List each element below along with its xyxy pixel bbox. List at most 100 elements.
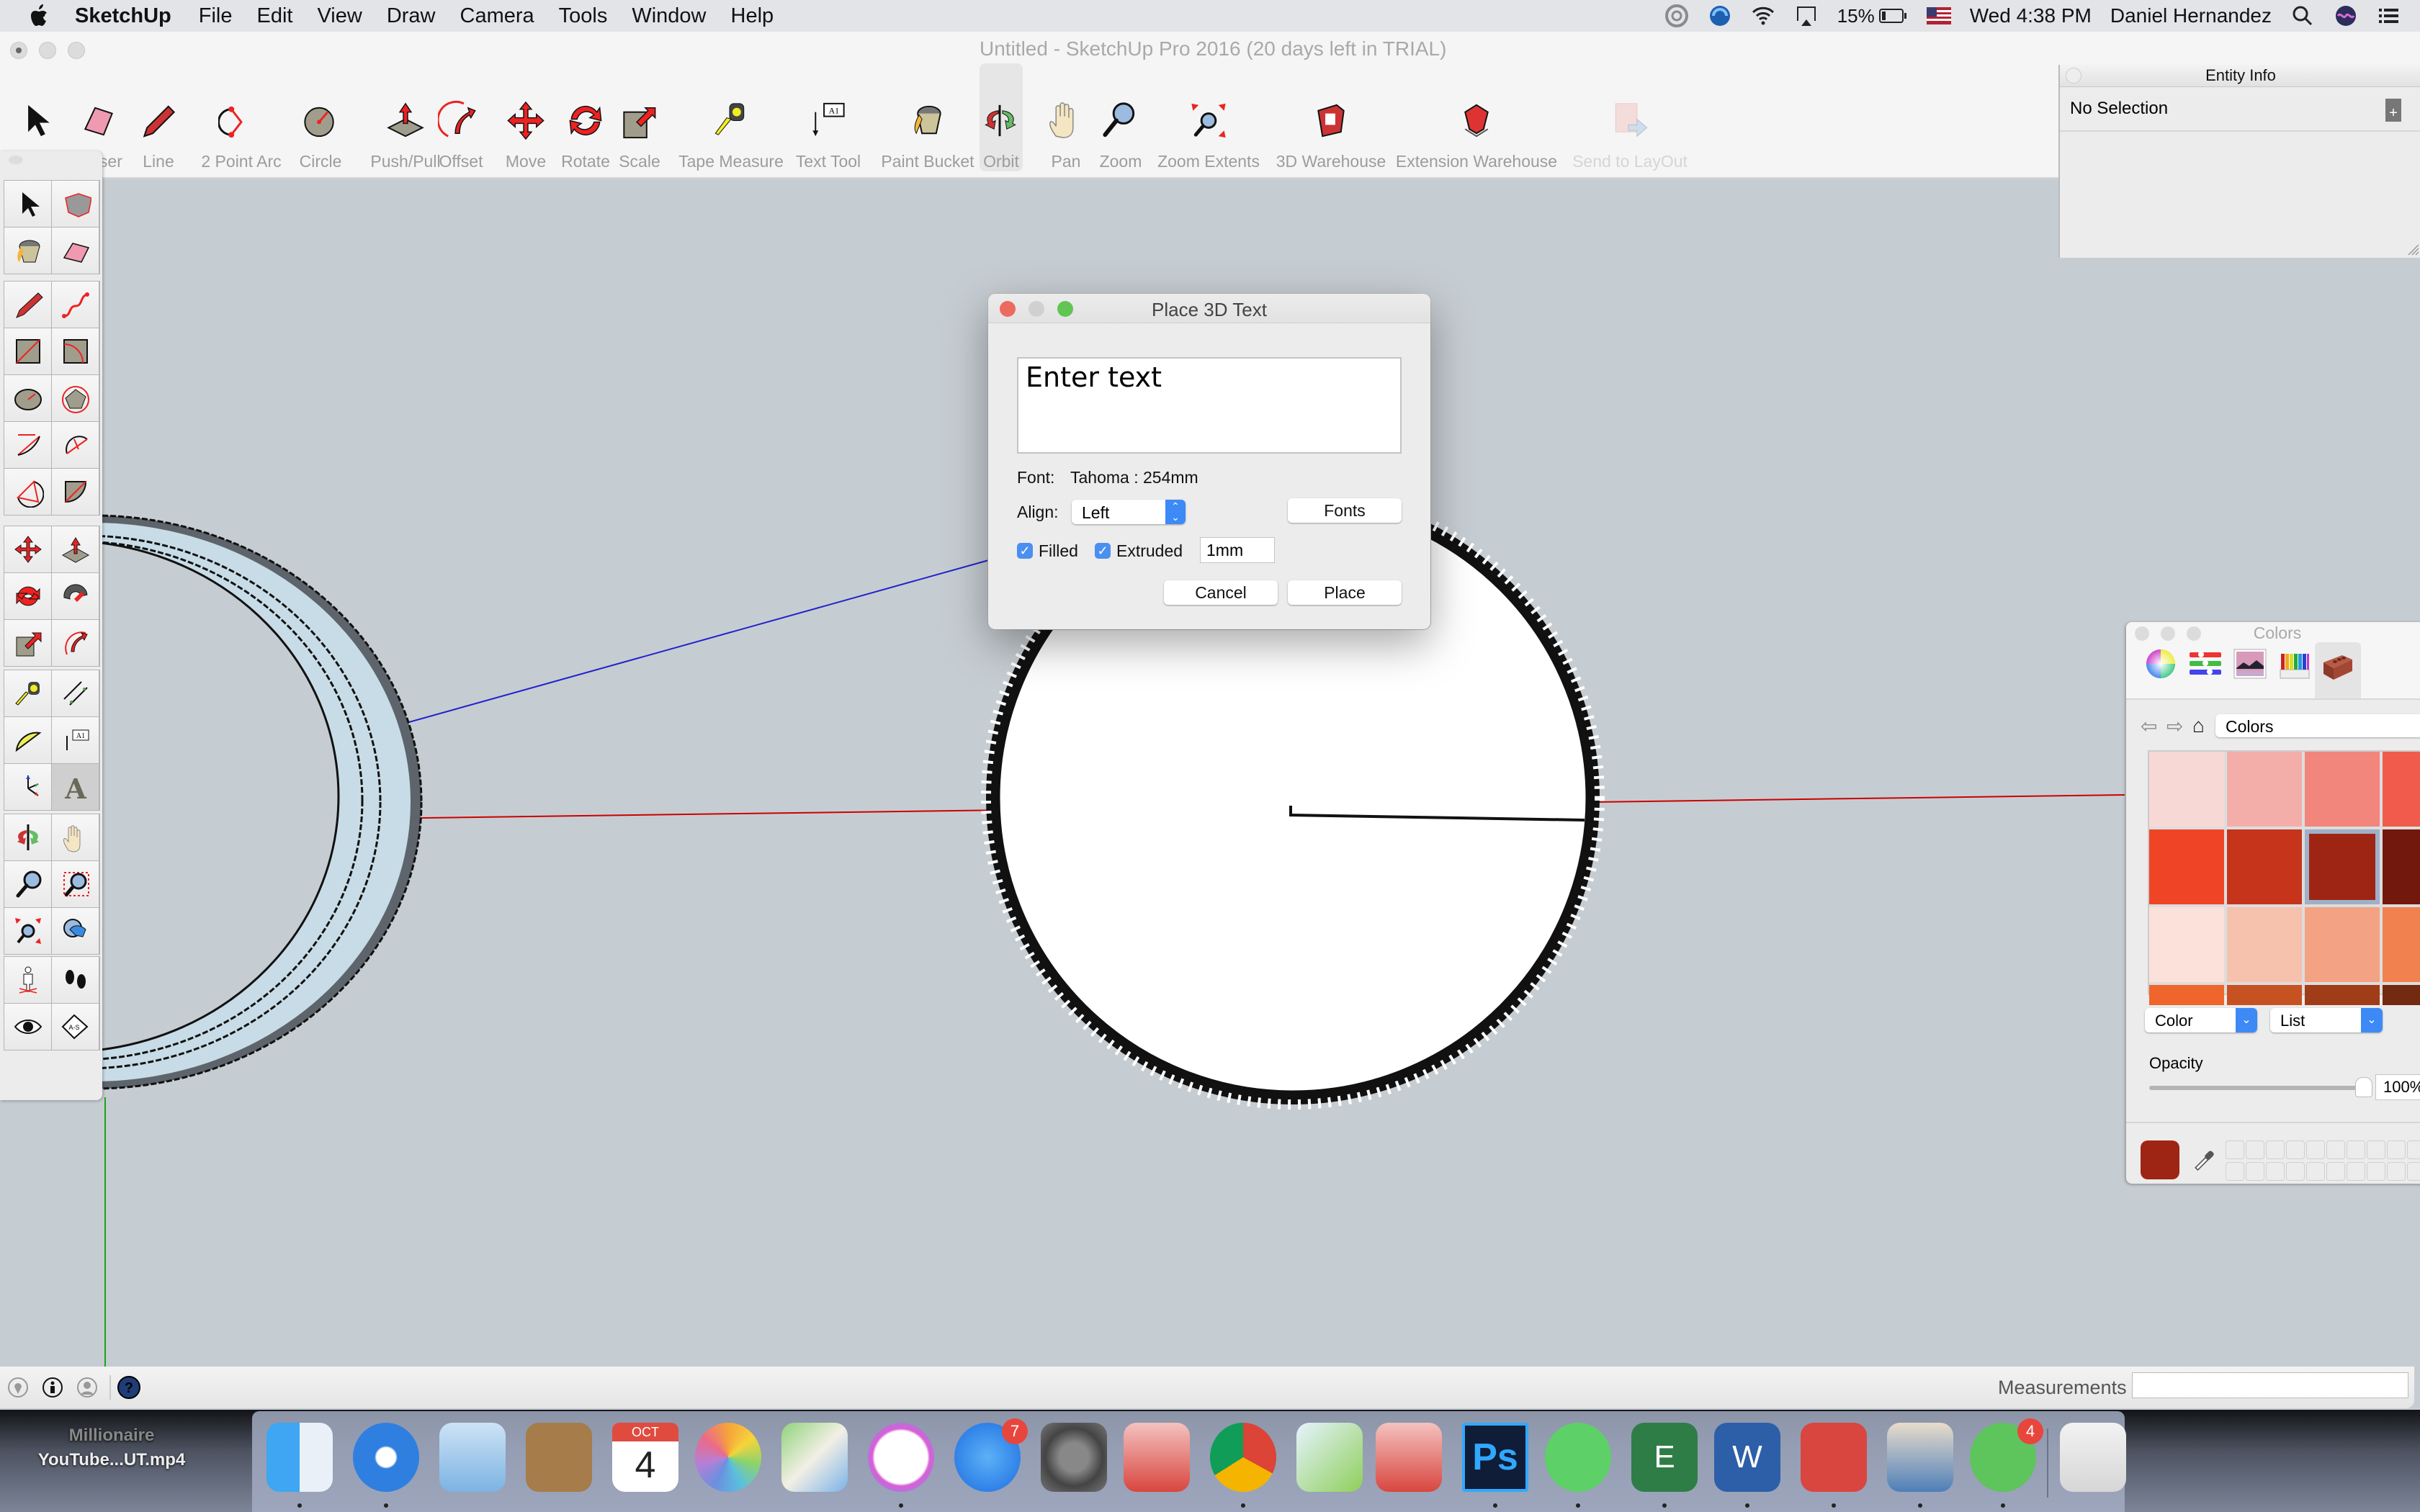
menu-draw[interactable]: Draw	[387, 4, 436, 28]
eyedropper-icon[interactable]	[2192, 1148, 2215, 1171]
dock-app-itunes[interactable]	[868, 1423, 934, 1492]
palette-tool-zoom-extents[interactable]	[4, 908, 51, 954]
dock-app-safari[interactable]	[353, 1423, 419, 1492]
color-swatch[interactable]	[2305, 985, 2380, 1005]
desktop-file-label[interactable]: Millionaire YouTube...UT.mp4	[29, 1426, 194, 1470]
dock-app-maps[interactable]	[781, 1423, 848, 1492]
favorite-swatch-slot[interactable]	[2306, 1162, 2325, 1181]
dock-app-mail[interactable]	[439, 1423, 506, 1492]
color-swatch[interactable]	[2227, 907, 2302, 982]
color-swatch[interactable]	[2305, 752, 2380, 827]
color-swatch[interactable]	[2149, 907, 2224, 982]
expand-details-icon[interactable]: +	[2385, 99, 2401, 122]
palette-tool-dimension[interactable]	[52, 670, 99, 716]
palette-tool-walk[interactable]	[52, 957, 99, 1003]
palette-tool-orbit[interactable]	[4, 814, 51, 860]
palette-tool-eraser[interactable]	[52, 228, 99, 274]
tool-rotate[interactable]: Rotate	[560, 63, 611, 171]
mode-select[interactable]: Color ⌄	[2145, 1008, 2257, 1032]
dock-app-autocad[interactable]	[1124, 1423, 1190, 1492]
dock-app-spotify[interactable]	[1545, 1423, 1611, 1492]
menu-help[interactable]: Help	[731, 4, 774, 28]
us-flag-input-icon[interactable]	[1926, 7, 1951, 24]
color-swatch[interactable]	[2227, 752, 2302, 827]
dock-app-finder[interactable]	[266, 1423, 333, 1492]
color-swatch[interactable]	[2383, 752, 2420, 827]
favorite-swatch-slot[interactable]	[2286, 1162, 2305, 1181]
sketchup-materials-tab[interactable]	[2315, 642, 2361, 698]
close-window-button[interactable]	[10, 42, 27, 59]
filled-checkbox[interactable]: ✓	[1017, 543, 1033, 559]
favorite-swatch-slot[interactable]	[2306, 1140, 2325, 1159]
dock-app-whatsapp[interactable]: 4	[1970, 1418, 2043, 1492]
dock-app-word[interactable]: W	[1714, 1423, 1780, 1492]
opacity-slider-thumb[interactable]	[2355, 1077, 2372, 1097]
palette-tool-polygon[interactable]	[52, 375, 99, 421]
color-swatch[interactable]	[2149, 829, 2224, 904]
tool-zoom[interactable]: Zoom	[1099, 63, 1142, 171]
favorite-swatch-slot[interactable]	[2246, 1162, 2264, 1181]
tool-line[interactable]: Line	[137, 63, 180, 171]
palette-tool-offset[interactable]	[52, 620, 99, 666]
favorite-swatch-slot[interactable]	[2407, 1162, 2420, 1181]
palette-close-button[interactable]	[9, 156, 23, 164]
tool-paint-bucket[interactable]: Paint Bucket	[877, 63, 978, 171]
fonts-button[interactable]: Fonts	[1288, 498, 1402, 523]
siri-icon[interactable]	[2334, 4, 2358, 28]
tool-zoom-extents[interactable]: Zoom Extents	[1157, 63, 1260, 171]
crayons-icon[interactable]	[2276, 645, 2313, 683]
colors-close-button[interactable]	[2135, 626, 2149, 641]
favorite-swatch-slot[interactable]	[2347, 1140, 2365, 1159]
spotlight-search-icon[interactable]	[2290, 4, 2315, 28]
dock-app-photos[interactable]	[695, 1423, 761, 1492]
tool-2-point-arc[interactable]: 2 Point Arc	[187, 63, 295, 171]
palette-tool-look-around[interactable]	[4, 1004, 51, 1050]
notification-center-icon[interactable]	[2377, 4, 2401, 28]
color-sliders-icon[interactable]	[2187, 645, 2224, 683]
opacity-slider[interactable]	[2149, 1077, 2372, 1097]
dock-app-preview[interactable]	[1887, 1423, 1953, 1492]
dialog-zoom-button[interactable]	[1057, 301, 1073, 317]
favorite-swatch-slot[interactable]	[2367, 1162, 2385, 1181]
dock-app-sketchup[interactable]	[1801, 1423, 1867, 1492]
tool-push-pull[interactable]: Push/Pull	[366, 63, 445, 171]
favorite-swatch-slot[interactable]	[2226, 1162, 2244, 1181]
cancel-button[interactable]: Cancel	[1164, 580, 1278, 605]
user-account-icon[interactable]	[76, 1377, 98, 1398]
palette-tool-3d-text[interactable]: A	[52, 764, 99, 810]
window-titlebar[interactable]: Untitled - SketchUp Pro 2016 (20 days le…	[0, 32, 2420, 63]
color-swatch[interactable]	[2227, 829, 2302, 904]
dock-app-chrome[interactable]	[1210, 1423, 1276, 1492]
image-palettes-icon[interactable]	[2231, 645, 2269, 683]
palette-tool-pie[interactable]	[52, 469, 99, 515]
palette-tool-circle[interactable]	[4, 375, 51, 421]
dock-app-autocad-2[interactable]	[1376, 1423, 1442, 1492]
color-swatch[interactable]	[2149, 985, 2224, 1005]
favorite-swatch-slot[interactable]	[2226, 1140, 2244, 1159]
extruded-checkbox[interactable]: ✓	[1095, 543, 1111, 559]
palette-tool-line[interactable]	[4, 282, 51, 328]
opacity-input[interactable]	[2375, 1074, 2420, 1100]
menu-window[interactable]: Window	[632, 4, 706, 28]
current-color-well[interactable]	[2141, 1140, 2179, 1179]
dock-app-photoshop[interactable]: Ps	[1462, 1423, 1528, 1492]
color-wheel-icon[interactable]	[2142, 645, 2179, 683]
tool-scale[interactable]: Scale	[618, 63, 661, 171]
favorite-swatch-slot[interactable]	[2367, 1140, 2385, 1159]
palette-tool-component[interactable]	[52, 181, 99, 227]
home-icon[interactable]: ⌂	[2192, 714, 2205, 737]
credits-icon[interactable]	[42, 1377, 63, 1398]
wifi-icon[interactable]	[1751, 4, 1775, 28]
favorite-swatch-slot[interactable]	[2266, 1162, 2285, 1181]
palette-tool-section-plane[interactable]: A-S	[52, 1004, 99, 1050]
favorite-swatch-slot[interactable]	[2407, 1140, 2420, 1159]
palette-tool-scale[interactable]	[4, 620, 51, 666]
color-swatch[interactable]	[2227, 985, 2302, 1005]
palette-tool-zoom[interactable]	[4, 861, 51, 907]
align-select[interactable]: Left ⌃ ⌄	[1072, 500, 1186, 524]
palette-tool-rotate[interactable]	[4, 573, 51, 619]
measurements-input[interactable]	[2132, 1372, 2408, 1398]
favorite-swatch-slot[interactable]	[2387, 1140, 2406, 1159]
tool-orbit[interactable]: Orbit	[980, 63, 1023, 171]
favorite-swatch-slot[interactable]	[2246, 1140, 2264, 1159]
